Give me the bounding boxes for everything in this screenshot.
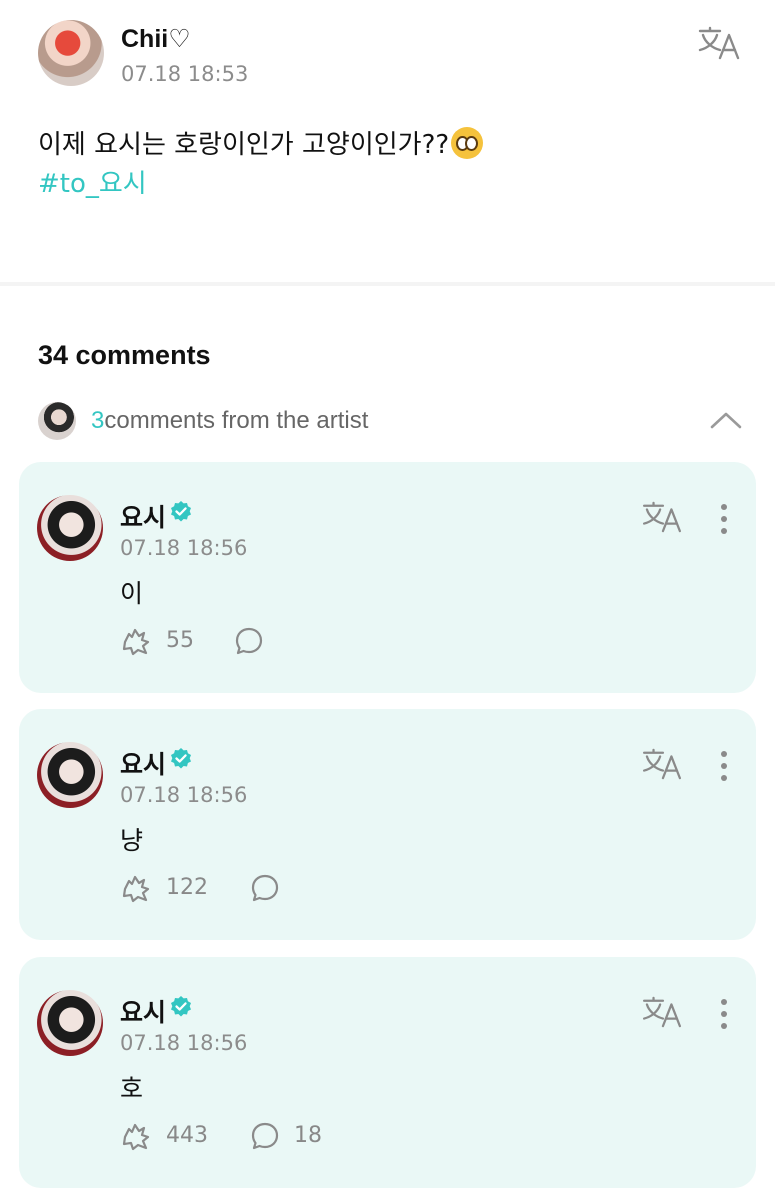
translate-icon[interactable] xyxy=(698,26,740,60)
comment-timestamp: 07.18 18:56 xyxy=(120,536,248,560)
comment-text: 호 xyxy=(120,1074,144,1103)
reply-bubble-icon[interactable] xyxy=(250,1121,280,1151)
like-count: 122 xyxy=(166,875,208,900)
comment-author-name[interactable]: 요시 xyxy=(120,745,166,781)
reply-bubble-icon[interactable] xyxy=(234,626,264,656)
reply-count: 18 xyxy=(294,1123,322,1148)
comment-author-name[interactable]: 요시 xyxy=(120,993,166,1029)
cheer-hand-icon[interactable] xyxy=(120,1120,152,1152)
artist-avatar[interactable] xyxy=(37,742,103,808)
post-hashtag[interactable]: #to_요시 xyxy=(38,163,147,200)
translate-icon[interactable] xyxy=(642,501,682,533)
verified-badge-icon xyxy=(171,748,191,769)
artist-avatar[interactable] xyxy=(37,495,103,561)
post-author-name[interactable]: Chii♡ xyxy=(121,24,191,54)
post-timestamp: 07.18 18:53 xyxy=(121,62,249,86)
artist-comment-card: 요시 07.18 18:56 이 55 xyxy=(19,462,756,693)
translate-icon[interactable] xyxy=(642,996,682,1028)
post-text: 이제 요시는 호랑이인가 고양이인가?? xyxy=(38,130,450,160)
more-options-icon[interactable] xyxy=(713,502,735,536)
comment-timestamp: 07.18 18:56 xyxy=(120,1031,248,1055)
comment-text: 냥 xyxy=(120,826,144,855)
post: Chii♡ 07.18 18:53 이제 요시는 호랑이인가 고양이인가?? #… xyxy=(0,0,775,282)
translate-icon[interactable] xyxy=(642,748,682,780)
cheer-hand-icon[interactable] xyxy=(120,872,152,904)
more-options-icon[interactable] xyxy=(713,749,735,783)
chevron-up-icon[interactable] xyxy=(709,408,743,432)
cheer-hand-icon[interactable] xyxy=(120,625,152,657)
like-count: 443 xyxy=(166,1123,208,1148)
comment-timestamp: 07.18 18:56 xyxy=(120,783,248,807)
artist-comment-card: 요시 07.18 18:56 냥 122 xyxy=(19,709,756,940)
artist-comment-card: 요시 07.18 18:56 호 443 18 xyxy=(19,957,756,1188)
comments-count: 34 comments xyxy=(38,340,211,370)
artist-comments-text: comments from the artist xyxy=(104,407,369,434)
flushed-face-emoji-icon xyxy=(451,127,484,159)
comment-text: 이 xyxy=(120,579,144,608)
artist-avatar[interactable] xyxy=(37,990,103,1056)
artist-comments-count: 3 xyxy=(91,407,105,434)
verified-badge-icon xyxy=(171,996,191,1017)
section-divider xyxy=(0,282,775,286)
reply-bubble-icon[interactable] xyxy=(250,873,280,903)
post-body: 이제 요시는 호랑이인가 고양이인가?? xyxy=(38,126,484,164)
comment-author-name[interactable]: 요시 xyxy=(120,498,166,534)
like-count: 55 xyxy=(166,628,194,653)
verified-badge-icon xyxy=(171,501,191,522)
more-options-icon[interactable] xyxy=(713,997,735,1031)
artist-avatar xyxy=(38,402,76,440)
artist-comments-label: 3comments from the artist xyxy=(91,407,368,435)
artist-comments-toggle[interactable]: 3comments from the artist xyxy=(38,402,743,442)
post-author-avatar[interactable] xyxy=(38,20,104,86)
